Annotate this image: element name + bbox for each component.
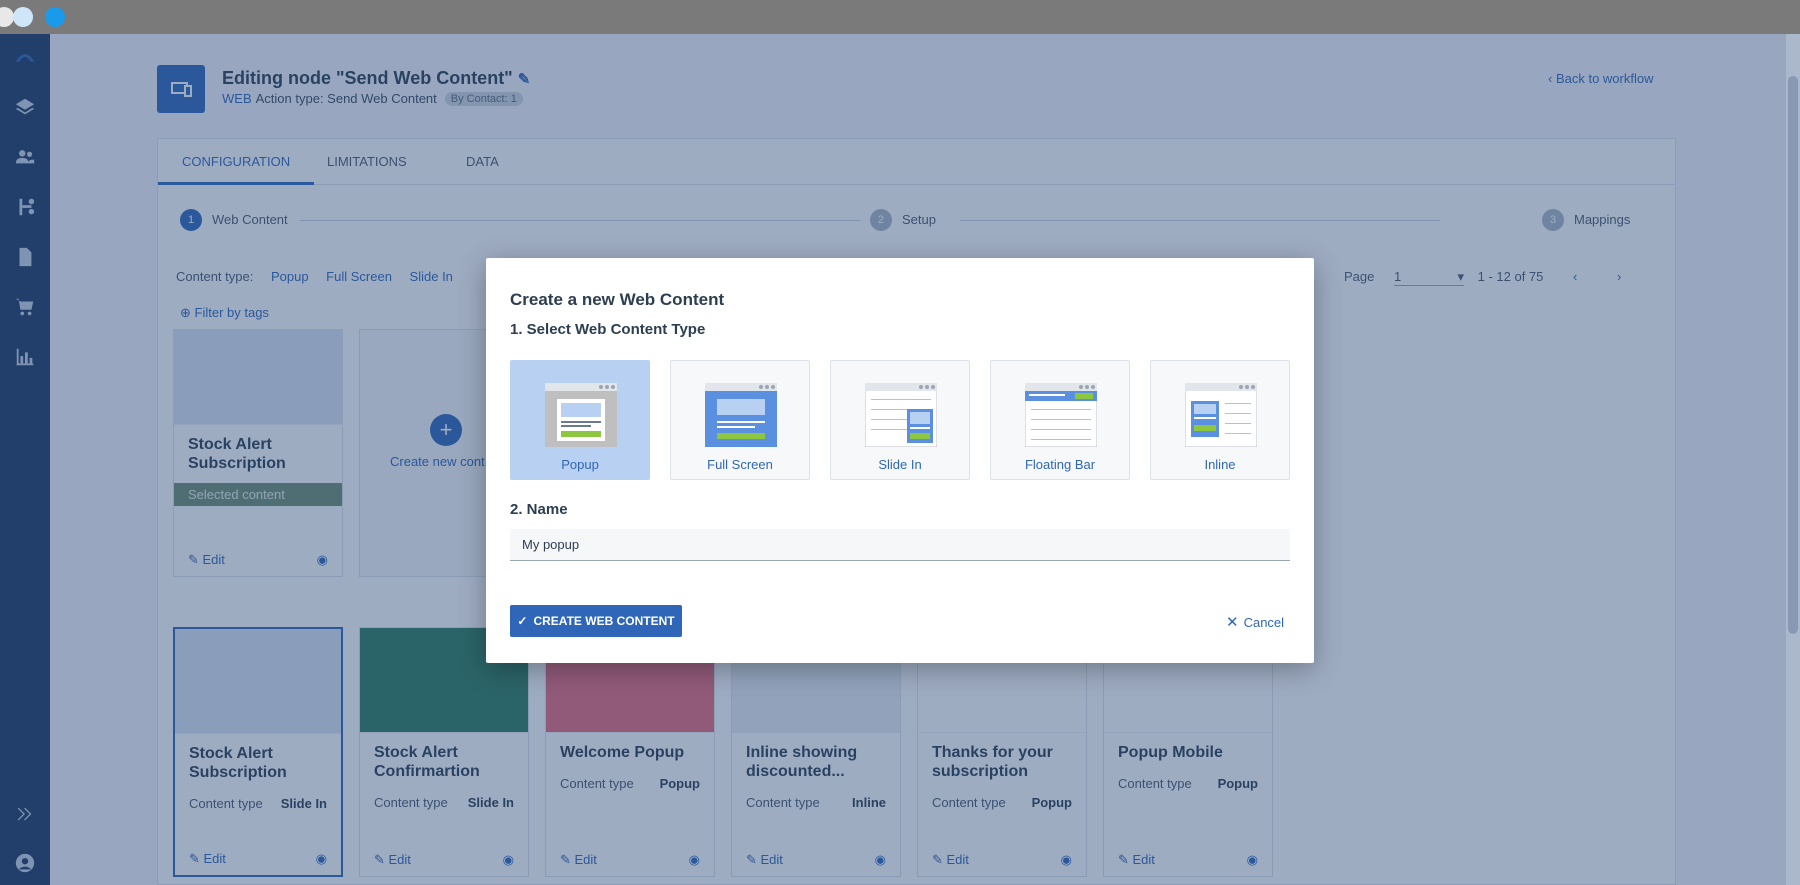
step1-heading: 1. Select Web Content Type bbox=[510, 321, 706, 338]
create-web-content-button[interactable]: ✓ CREATE WEB CONTENT bbox=[510, 605, 682, 637]
window-control-icon[interactable] bbox=[13, 7, 33, 27]
window-control-icon[interactable] bbox=[45, 7, 65, 27]
check-icon: ✓ bbox=[517, 614, 528, 628]
close-icon: ✕ bbox=[1226, 614, 1239, 631]
type-option-slide-in[interactable]: Slide In bbox=[830, 360, 970, 480]
web-content-type-options: Popup Full Screen Slide In Floating Bar … bbox=[510, 360, 1290, 480]
type-option-floating-bar[interactable]: Floating Bar bbox=[990, 360, 1130, 480]
create-web-content-dialog: Create a new Web Content 1. Select Web C… bbox=[486, 258, 1314, 663]
inline-illustration-icon bbox=[1185, 383, 1257, 447]
type-label: Inline bbox=[1204, 457, 1236, 472]
step2-heading: 2. Name bbox=[510, 501, 568, 518]
type-label: Floating Bar bbox=[1024, 457, 1096, 472]
floating-bar-illustration-icon bbox=[1025, 383, 1097, 447]
scrollbar-thumb[interactable] bbox=[1788, 76, 1798, 634]
type-label: Popup bbox=[561, 457, 599, 472]
type-option-full-screen[interactable]: Full Screen bbox=[670, 360, 810, 480]
create-button-label: CREATE WEB CONTENT bbox=[533, 614, 675, 628]
web-content-name-input[interactable] bbox=[510, 529, 1290, 561]
type-option-popup[interactable]: Popup bbox=[510, 360, 650, 480]
type-label: Full Screen bbox=[707, 457, 773, 472]
slide-in-illustration-icon bbox=[865, 383, 937, 447]
cancel-button-label: Cancel bbox=[1243, 614, 1285, 630]
type-label: Slide In bbox=[878, 457, 922, 472]
type-option-inline[interactable]: Inline bbox=[1150, 360, 1290, 480]
cancel-button[interactable]: ✕ Cancel bbox=[1226, 613, 1284, 631]
dialog-title: Create a new Web Content bbox=[510, 290, 725, 309]
window-titlebar bbox=[0, 0, 1800, 34]
popup-illustration-icon bbox=[545, 383, 617, 447]
window-control-icon[interactable] bbox=[0, 7, 14, 27]
full-screen-illustration-icon bbox=[705, 383, 777, 447]
